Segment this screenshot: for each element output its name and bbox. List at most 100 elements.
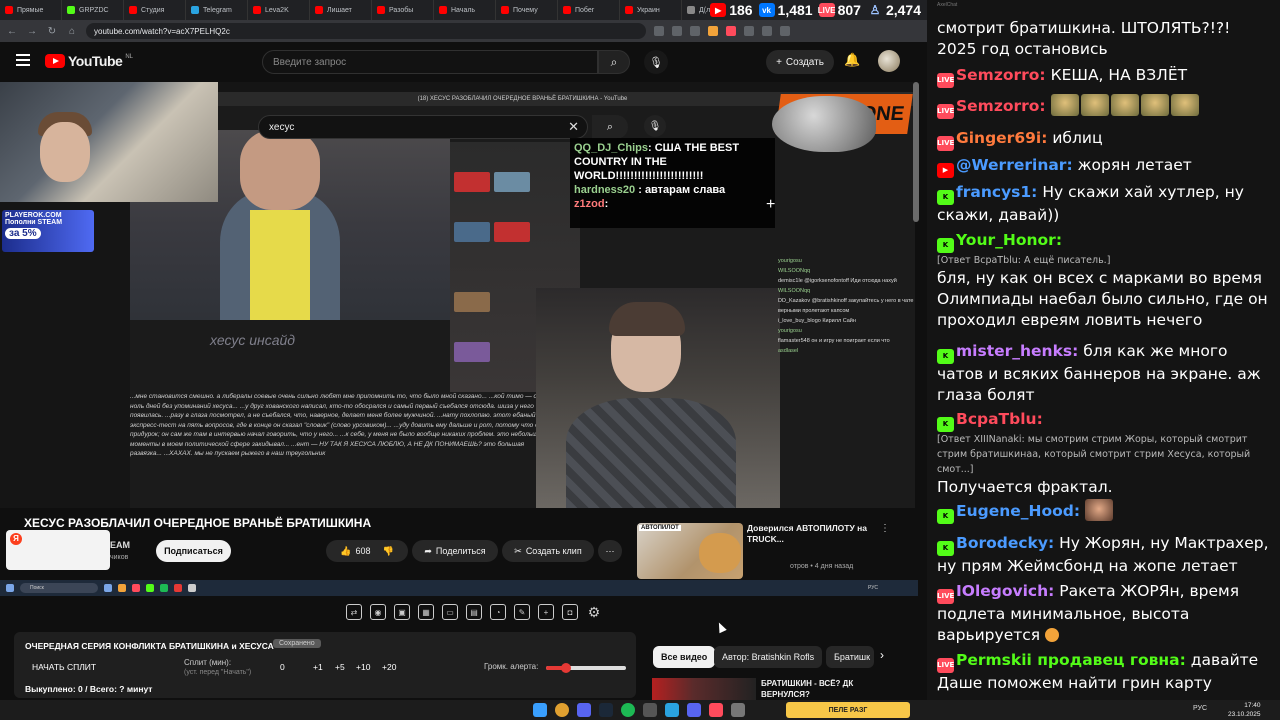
subscribe-button[interactable]: Подписаться [156, 540, 231, 562]
bookmark-icon[interactable] [690, 26, 700, 36]
extension-icon[interactable] [708, 26, 718, 36]
like-button[interactable]: 👍 608 👎 [326, 540, 408, 562]
gear-icon[interactable]: ⚙ [586, 604, 602, 620]
recommendation-title[interactable]: ВЕРНУЛСЯ? [761, 690, 810, 699]
share-button[interactable]: ➦ Поделиться [412, 540, 498, 562]
windows-start-icon[interactable] [533, 703, 547, 717]
add-20-button[interactable]: +20 [382, 662, 396, 672]
language-indicator[interactable]: РУС [1193, 705, 1207, 712]
chip-bratishkin[interactable]: Братишк [826, 646, 874, 668]
clapper-icon[interactable]: ▦ [418, 604, 434, 620]
url-field[interactable]: youtube.com/watch?v=acX7PELHQ2c [86, 23, 646, 39]
kick-icon: K [937, 190, 954, 205]
forward-icon[interactable]: → [26, 26, 38, 37]
menu-icon[interactable] [780, 26, 790, 36]
recommendation-thumbnail[interactable] [652, 678, 756, 700]
spotify-icon[interactable] [621, 703, 635, 717]
recommendation-thumbnail[interactable]: АВТОПИЛОТ [637, 523, 743, 579]
browser-tab[interactable]: Leva2K [248, 0, 310, 20]
app-icon[interactable] [687, 703, 701, 717]
image-icon[interactable]: ▭ [442, 604, 458, 620]
steam-icon[interactable] [599, 703, 613, 717]
reply-quote: [Ответ XIIINanaki: мы смотрим стрим Жоры… [937, 434, 1251, 475]
bell-icon[interactable]: 🔔 [844, 52, 860, 68]
add-box-icon[interactable]: + [538, 604, 554, 620]
app-icon[interactable] [731, 703, 745, 717]
thumbs-up-icon: 👍 [340, 545, 352, 556]
telegram-icon[interactable] [665, 703, 679, 717]
add-10-button[interactable]: +10 [356, 662, 370, 672]
youtube-logo[interactable]: YouTube NL [45, 53, 133, 69]
nested-search-input: хесус ✕ [258, 115, 588, 139]
search-input[interactable]: Введите запрос [262, 50, 598, 74]
app-icon[interactable] [643, 703, 657, 717]
create-button[interactable]: + Создать [766, 50, 834, 74]
more-vert-icon[interactable]: ⋮ [880, 523, 890, 534]
browser-tab[interactable]: GRPZDC [62, 0, 124, 20]
reload-icon[interactable]: ↻ [46, 26, 58, 37]
thumbs-down-icon[interactable]: 👎 [383, 546, 394, 557]
browser-tab[interactable]: Студия [124, 0, 186, 20]
close-icon: ✕ [568, 119, 579, 134]
playerok-banner: PLAYEROK.COM Пополни STEAM за 5% [2, 210, 94, 252]
chrome-icon[interactable] [555, 703, 569, 717]
broadcast-icon[interactable]: ◉ [370, 604, 386, 620]
camera-icon[interactable]: ◘ [562, 604, 578, 620]
recommendation-title[interactable]: БРАТИШКИН - ВСЁ? ДК [761, 679, 853, 688]
app-icon[interactable] [709, 703, 723, 717]
chip-author[interactable]: Автор: Bratishkin Rofls [714, 646, 823, 668]
vk-live-icon: LIVE [937, 658, 954, 673]
split-value[interactable]: 0 [280, 662, 285, 672]
search-button[interactable]: ⌕ [598, 50, 630, 74]
browser-tab[interactable]: Украин [620, 0, 682, 20]
browser-tab[interactable]: Telegram [186, 0, 248, 20]
back-icon[interactable]: ← [6, 26, 18, 37]
alert-volume-slider[interactable] [546, 663, 626, 673]
browser-tab[interactable]: Разобы [372, 0, 434, 20]
film-icon[interactable]: ▤ [466, 604, 482, 620]
gift-icon[interactable]: ▣ [394, 604, 410, 620]
kick-icon: K [937, 417, 954, 432]
slider-handle[interactable] [561, 663, 571, 673]
windows-taskbar: ПЕЛЕ РАЗГ РУС 17:40 23.10.2025 [0, 700, 1280, 720]
speed-icon[interactable]: ◔ [490, 604, 506, 620]
chevron-right-icon[interactable]: › [880, 648, 884, 662]
browser-tab[interactable]: Началь [434, 0, 496, 20]
youtube-icon: ▶ [710, 3, 727, 17]
edit-icon[interactable]: ✎ [514, 604, 530, 620]
chat-panel: AxelChat смотрит братишкина. ШТОЛЯТЬ?!?!… [927, 0, 1280, 700]
scrollbar[interactable] [913, 82, 919, 222]
menu-icon[interactable] [16, 54, 30, 66]
voice-search-button[interactable]: 🎙 [644, 50, 668, 74]
browser-tab[interactable]: Почему [496, 0, 558, 20]
add-5-button[interactable]: +5 [335, 662, 345, 672]
loop-icon[interactable]: ⇄ [346, 604, 362, 620]
more-button[interactable]: ⋯ [598, 540, 622, 562]
discord-icon[interactable] [577, 703, 591, 717]
extension-icon[interactable] [672, 26, 682, 36]
download-icon[interactable] [762, 26, 772, 36]
add-1-button[interactable]: +1 [313, 662, 323, 672]
browser-tab[interactable]: Побег [558, 0, 620, 20]
home-icon[interactable]: ⌂ [66, 26, 78, 37]
emote [1080, 94, 1109, 116]
chat-message: LIVE IOlegovich: Ракета ЖОРЯн, время подл… [937, 582, 1240, 644]
clock[interactable]: 17:40 23.10.2025 [1228, 701, 1261, 719]
extension-icon[interactable] [654, 26, 664, 36]
nested-stream-frame: (18) ХЕСУС РАЗОБЛАЧИЛ ОЧЕРЕДНОЕ ВРАНЬЁ Б… [130, 92, 915, 508]
avatar[interactable] [878, 50, 900, 72]
recommendation-title[interactable]: Доверился АВТОПИЛОТУ на TRUCK... [747, 523, 872, 545]
channel-name[interactable]: EAM [110, 540, 130, 550]
extension-icon[interactable] [744, 26, 754, 36]
chip-all-videos[interactable]: Все видео [653, 646, 716, 668]
taskbar-widget[interactable]: ПЕЛЕ РАЗГ [786, 702, 910, 718]
yandex-popup[interactable]: Я [6, 530, 110, 570]
extension-icon[interactable] [726, 26, 736, 36]
browser-tab[interactable]: Лишает [310, 0, 372, 20]
clip-button[interactable]: ✂ Создать клип [502, 540, 594, 562]
start-split-button[interactable]: НАЧАТЬ СПЛИТ [32, 662, 96, 672]
video-player[interactable]: (18) ХЕСУС РАЗОБЛАЧИЛ ОЧЕРЕДНОЕ ВРАНЬЁ Б… [0, 82, 915, 508]
browser-tab[interactable]: Прямые [0, 0, 62, 20]
viewer-count-vk-live: LIVE 807 [817, 2, 861, 18]
viewer-count-youtube: ▶ 186 [710, 2, 753, 18]
